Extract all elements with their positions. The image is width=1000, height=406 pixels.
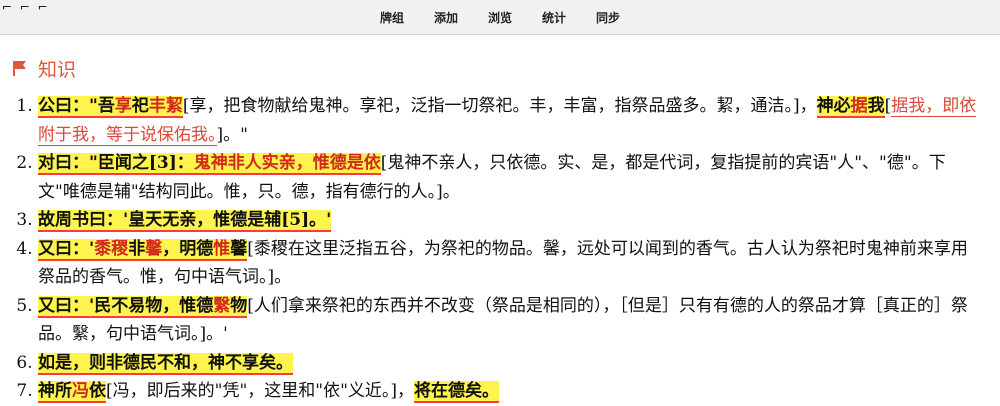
text-segment: 公曰："吾 (38, 96, 115, 116)
knowledge-list: 公曰："吾享祀丰絜[享，把食物献给鬼神。享祀，泛指一切祭祀。丰，丰富，指祭品盛多… (0, 92, 1000, 406)
highlighted-text: 将在德矣。 (414, 381, 500, 403)
highlighted-text: 神必据 (816, 96, 868, 118)
text-segment: 又曰：'民不易物，惟德 (38, 295, 214, 316)
highlighted-text: 对曰："臣闻之[3]：鬼神非人实亲，惟德是依 (38, 153, 381, 175)
text-segment: 对曰："臣闻之 (38, 153, 149, 173)
nav-decks[interactable]: 牌组 (380, 9, 404, 26)
text-segment: 又曰：' (38, 238, 95, 259)
nav-browse[interactable]: 浏览 (488, 9, 512, 26)
text-segment: 故周书曰：'皇天无亲，惟德是辅 (38, 210, 282, 230)
list-item: 对曰："臣闻之[3]：鬼神非人实亲，惟德是依[鬼神不亲人，只依德。实、是，都是代… (38, 149, 1000, 206)
nav-sync[interactable]: 同步 (596, 9, 620, 26)
list-item: 故周书曰：'皇天无亲，惟德是辅[5]。' (38, 206, 1000, 235)
text-segment: 依 (89, 381, 106, 401)
top-toolbar: ⌐ ⌐ ⌐ 牌组 添加 浏览 统计 同步 (0, 0, 1000, 35)
keyword-text: 馨 (145, 238, 163, 259)
nav-add[interactable]: 添加 (434, 9, 458, 26)
list-item: 公曰："吾享祀丰絜[享，把食物献给鬼神。享祀，泛指一切祭祀。丰，丰富，指祭品盛多… (38, 92, 1000, 149)
highlighted-text: 故周书曰：'皇天无亲，惟德是辅[5]。' (38, 210, 332, 232)
flag-icon (13, 60, 26, 76)
text-segment: ： (176, 153, 194, 173)
annotation-text: [享，把食物献给鬼神。享祀，泛指一切祭祀。丰，丰富，指祭品盛多。絜，通洁。]， (182, 96, 817, 116)
keyword-text: 丰絜 (148, 96, 183, 116)
highlighted-text: 神所冯依 (38, 381, 106, 403)
highlighted-text: 又曰：'民不易物，惟德繄物 (38, 295, 248, 318)
section-title: 知识 (38, 58, 77, 81)
highlighted-text: 我 (867, 96, 885, 118)
keyword-text: 享 (114, 96, 132, 116)
text-segment: 。' (309, 210, 332, 230)
list-item: 神所冯依[冯，即后来的"凭"，这里和"依"义近。]，将在德矣。 (38, 377, 1000, 406)
list-item: 又曰：'黍稷非馨，明德惟馨[黍稷在这里泛指五谷，为祭祀的物品。馨，远处可以闻到的… (38, 235, 1000, 292)
text-segment: 馨 (230, 238, 248, 259)
annotation-text: [冯，即后来的"凭"，这里和"依"义近。]， (106, 381, 415, 401)
nav-stats[interactable]: 统计 (542, 9, 566, 26)
text-segment: [3] (148, 153, 177, 173)
text-segment: ，明德 (162, 238, 214, 259)
keyword-text: 惟 (213, 238, 231, 259)
highlighted-text: 如是，则非德民不和，神不享矣。 (38, 352, 293, 375)
text-segment: 如是，则非德民不和，神不享矣。 (38, 352, 293, 373)
keyword-text: 冯 (72, 381, 89, 401)
annotation-text: ]。" (216, 124, 248, 145)
keyword-text: 黍稷 (94, 238, 129, 259)
list-item: 又曰：'民不易物，惟德繄物[人们拿来祭祀的东西并不改变（祭品是相同的），［但是］… (38, 292, 1000, 349)
text-segment: 非 (128, 238, 146, 259)
text-segment: 我 (867, 96, 885, 116)
highlighted-text: 公曰："吾享祀丰絜 (38, 96, 183, 118)
text-segment: [5] (281, 210, 310, 230)
main-nav: 牌组 添加 浏览 统计 同步 (0, 9, 1000, 26)
keyword-text: 鬼神非人实亲，惟德是依 (193, 153, 381, 173)
text-segment: 将在德矣。 (414, 381, 500, 401)
text-segment: 祀 (131, 96, 149, 116)
keyword-text: 据 (850, 96, 868, 116)
keyword-text: 繄 (213, 295, 231, 316)
text-segment: 物 (230, 295, 248, 316)
text-segment: 神必 (816, 96, 851, 116)
text-segment: 神所 (38, 381, 72, 401)
list-item: 如是，则非德民不和，神不享矣。 (38, 349, 1000, 378)
highlighted-text: 又曰：'黍稷非馨，明德惟馨 (38, 238, 248, 261)
section-header: 知识 (12, 56, 77, 81)
